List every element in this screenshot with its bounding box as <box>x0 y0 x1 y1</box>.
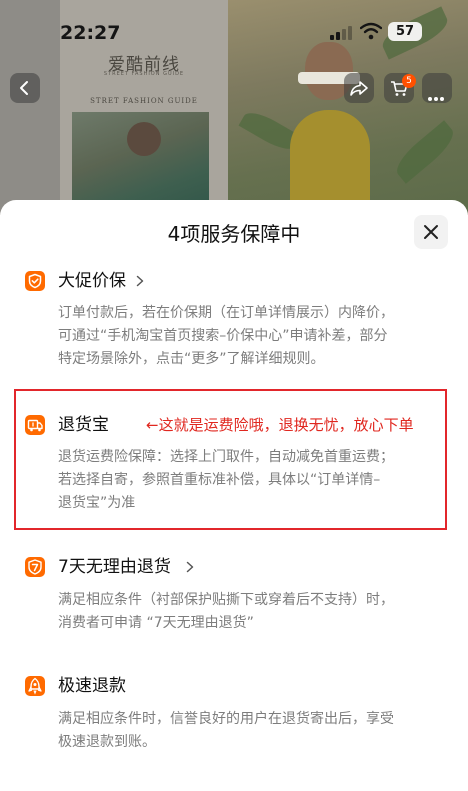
service-guarantee-sheet: 4项服务保障中 大促价保 订单付款后，若在价保期（在订单详情展示）内降价， 可通… <box>0 200 468 791</box>
description-line: 消费者可申请 “7天无理由退货” <box>58 615 254 631</box>
section-fast-refund-description: 满足相应条件时，信誉良好的用户在退货寄出后，享受 极速退款到账。 <box>58 708 450 754</box>
cart-count-badge: 5 <box>402 74 416 88</box>
status-bar: 22:27 57 <box>0 0 468 52</box>
share-button[interactable] <box>344 73 374 103</box>
seven-day-return-icon <box>25 557 45 577</box>
section-price-protect-description: 订单付款后，若在价保期（在订单详情展示）内降价， 可通过“手机淘宝首页搜索–价保… <box>58 302 450 371</box>
chevron-right-icon <box>136 275 144 287</box>
guide-title: STRET FASHION GUIDE <box>90 97 198 105</box>
status-time: 22:27 <box>60 22 121 44</box>
close-icon <box>424 225 438 239</box>
model-head-small <box>127 122 161 156</box>
description-line: 特定场景除外，点击“更多”了解详细规则。 <box>58 351 325 367</box>
description-line: 极速退款到账。 <box>58 734 156 750</box>
description-line: 可通过“手机淘宝首页搜索–价保中心”申请补差，部分 <box>58 328 388 344</box>
description-line: 满足相应条件（衬部保护贴撕下或穿着后不支持）时， <box>58 592 394 608</box>
fast-refund-icon <box>25 676 45 696</box>
close-button[interactable] <box>414 215 448 249</box>
more-icon <box>428 86 446 105</box>
wifi-icon <box>359 22 383 40</box>
brand-subtitle: STREET FASHION GUIDE <box>103 71 185 77</box>
chevron-right-icon <box>186 561 194 573</box>
share-icon <box>350 81 368 96</box>
highlight-box <box>14 389 447 530</box>
section-price-protect-header[interactable]: 大促价保 <box>24 270 164 294</box>
more-button[interactable] <box>422 73 452 103</box>
description-line: 满足相应条件时，信誉良好的用户在退货寄出后，享受 <box>58 711 394 727</box>
description-line: 订单付款后，若在价保期（在订单详情展示）内降价， <box>58 305 394 321</box>
back-button[interactable] <box>10 73 40 103</box>
back-icon <box>20 81 28 95</box>
section-seven-day-return-header[interactable]: 7天无理由退货 <box>24 556 224 580</box>
battery-icon: 57 <box>388 22 422 41</box>
sheet-title: 4项服务保障中 <box>167 222 301 246</box>
section-seven-day-return-description: 满足相应条件（衬部保护贴撕下或穿着后不支持）时， 消费者可申请 “7天无理由退货… <box>58 589 450 635</box>
price-protect-icon <box>25 271 45 291</box>
section-title: 极速退款 <box>58 676 126 696</box>
signal-icon <box>330 26 352 40</box>
section-fast-refund-header[interactable]: 极速退款 <box>24 675 164 699</box>
product-page-background: 爱酷前线 STREET FASHION GUIDE STRET FASHION … <box>0 0 468 215</box>
section-title: 大促价保 <box>58 271 126 291</box>
section-title: 7天无理由退货 <box>58 557 171 577</box>
